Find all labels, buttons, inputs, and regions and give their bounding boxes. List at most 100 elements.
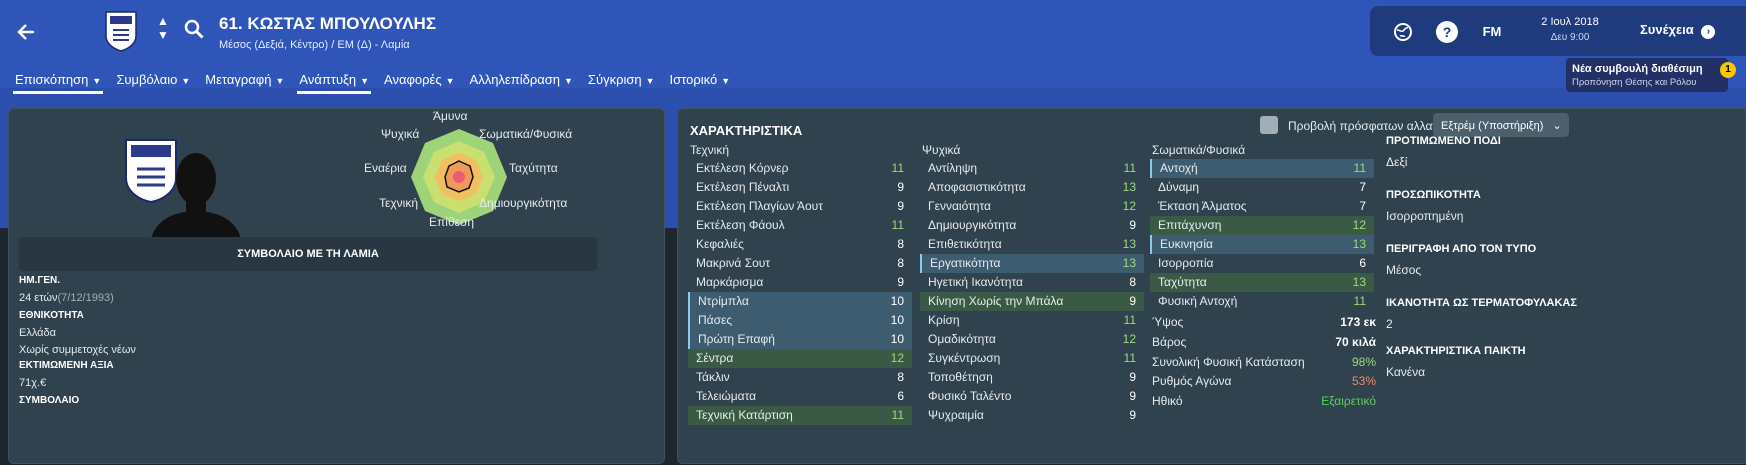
attribute-name: Ηγετική Ικανότητα xyxy=(928,275,1023,289)
extra-value: 53% xyxy=(1351,374,1376,388)
attribute-row[interactable]: Γενναιότητα 12 xyxy=(920,197,1144,216)
search-icon[interactable] xyxy=(183,18,205,40)
attribute-row[interactable]: Εργατικότητα 13 xyxy=(920,254,1144,273)
attribute-value: 12 xyxy=(1122,332,1136,346)
attribute-row[interactable]: Ντρίμπλα 10 xyxy=(688,292,912,311)
tab-development[interactable]: Ανάπτυξη ▼ xyxy=(297,60,371,94)
role-dropdown[interactable]: Εξτρέμ (Υποστήριξη) ⌄ xyxy=(1433,113,1569,137)
attribute-row[interactable]: Φυσικό Ταλέντο 9 xyxy=(920,387,1144,406)
dob-label: ΗΜ.ΓΕΝ. xyxy=(19,275,61,286)
attribute-row[interactable]: Εκτέλεση Πέναλτι 9 xyxy=(688,178,912,197)
attribute-row[interactable]: Κρίση 11 xyxy=(920,311,1144,330)
radar-label-creativity: Δημιουργικότητα xyxy=(479,196,568,210)
attribute-row[interactable]: Ευκινησία 13 xyxy=(1150,235,1374,254)
player-switch-arrows-icon[interactable]: ▲ ▼ xyxy=(156,14,170,46)
attribute-name: Δημιουργικότητα xyxy=(928,218,1017,232)
chevron-down-icon: ▼ xyxy=(92,76,102,86)
attribute-value: 9 xyxy=(1129,389,1136,403)
attribute-value: 8 xyxy=(897,256,904,270)
tab-history[interactable]: Ιστορικό ▼ xyxy=(670,60,731,94)
attribute-row[interactable]: Ομαδικότητα 12 xyxy=(920,330,1144,349)
attributes-title: ΧΑΡΑΚΤΗΡΙΣΤΙΚΑ xyxy=(690,123,803,138)
extra-label: Συνολική Φυσική Κατάσταση xyxy=(1152,355,1305,369)
attribute-row[interactable]: Τάκλιν 8 xyxy=(688,368,912,387)
attribute-row[interactable]: Αποφασιστικότητα 13 xyxy=(920,178,1144,197)
extra-value: Εξαιρετικό xyxy=(1321,394,1376,408)
attribute-value: 11 xyxy=(1353,161,1366,175)
value-label: ΕΚΤΙΜΩΜΕΝΗ ΑΞΙΑ xyxy=(19,360,114,371)
tab-overview[interactable]: Επισκόπηση ▼ xyxy=(12,60,104,94)
attribute-value: 10 xyxy=(890,294,904,308)
attribute-row[interactable]: Μαρκάρισμα 9 xyxy=(688,273,912,292)
attribute-row[interactable]: Έκταση Άλματος 7 xyxy=(1150,197,1374,216)
attribute-row[interactable]: Ηγετική Ικανότητα 8 xyxy=(920,273,1144,292)
attribute-row[interactable]: Ταχύτητα 13 xyxy=(1150,273,1374,292)
attribute-row[interactable]: Πρώτη Επαφή 10 xyxy=(688,330,912,349)
attribute-value: 13 xyxy=(1122,180,1136,194)
tab-contract[interactable]: Συμβόλαιο ▼ xyxy=(116,60,190,94)
attribute-row[interactable]: Σέντρα 12 xyxy=(688,349,912,368)
attribute-name: Εργατικότητα xyxy=(930,256,1001,270)
attribute-name: Ευκινησία xyxy=(1160,237,1213,251)
attribute-value: 12 xyxy=(890,351,904,365)
news-notification[interactable]: Νέα συμβουλή διαθέσιμη Προπόνηση Θέσης κ… xyxy=(1566,58,1728,92)
attribute-row[interactable]: Δημιουργικότητα 9 xyxy=(920,216,1144,235)
radar-label-physical: Σωματικά/Φυσικά xyxy=(479,127,573,141)
attribute-name: Τεχνική Κατάρτιση xyxy=(696,408,793,422)
attribute-row[interactable]: Τεχνική Κατάρτιση 11 xyxy=(688,406,912,425)
nationality-value[interactable]: Ελλάδα xyxy=(19,327,56,339)
help-icon[interactable]: ? xyxy=(1436,21,1458,43)
attribute-row[interactable]: Ισορροπία 6 xyxy=(1150,254,1374,273)
attribute-value: 7 xyxy=(1359,199,1366,213)
attribute-value: 13 xyxy=(1352,275,1366,289)
continue-button[interactable]: Συνέχεια › xyxy=(1640,22,1716,39)
tab-interaction[interactable]: Αλληλεπίδραση ▼ xyxy=(470,60,573,94)
attribute-row[interactable]: Μακρινά Σουτ 8 xyxy=(688,254,912,273)
recent-changes-checkbox[interactable] xyxy=(1260,116,1278,134)
club-crest-icon xyxy=(104,10,138,52)
attribute-value: 13 xyxy=(1122,256,1136,270)
page-title: 61. ΚΩΣΤΑΣ ΜΠΟΥΛΟΥΛΗΣ xyxy=(219,14,437,33)
extra-row: Συνολική Φυσική Κατάσταση 98% xyxy=(1152,355,1376,369)
nav-tabs: Επισκόπηση ▼ Συμβόλαιο ▼ Μεταγραφή ▼ Ανάπτυ… xyxy=(0,60,730,94)
attribute-row[interactable]: Φυσική Αντοχή 11 xyxy=(1150,292,1374,311)
tab-comparison[interactable]: Σύγκριση ▼ xyxy=(588,60,655,94)
attribute-value: 11 xyxy=(1353,294,1366,308)
attribute-row[interactable]: Κεφαλιές 8 xyxy=(688,235,912,254)
world-icon[interactable] xyxy=(1392,21,1414,43)
attribute-row[interactable]: Εκτέλεση Κόρνερ 11 xyxy=(688,159,912,178)
fm-menu-button[interactable]: FM xyxy=(1478,21,1506,43)
attribute-row[interactable]: Εκτέλεση Φάουλ 11 xyxy=(688,216,912,235)
attribute-name: Έκταση Άλματος xyxy=(1158,199,1247,213)
extra-row: Βάρος 70 κιλά xyxy=(1152,335,1376,349)
back-arrow-icon[interactable] xyxy=(12,16,44,48)
tab-reports[interactable]: Αναφορές ▼ xyxy=(384,60,455,94)
attribute-row[interactable]: Πάσες 10 xyxy=(688,311,912,330)
attribute-row[interactable]: Τελειώματα 6 xyxy=(688,387,912,406)
chevron-down-icon: ▼ xyxy=(564,76,573,86)
attribute-name: Επιθετικότητα xyxy=(928,237,1002,251)
attribute-name: Κεφαλιές xyxy=(696,237,744,251)
attribute-name: Φυσικό Ταλέντο xyxy=(928,389,1012,403)
tab-transfer[interactable]: Μεταγραφή ▼ xyxy=(205,60,284,94)
attribute-row[interactable]: Ψυχραιμία 9 xyxy=(920,406,1144,425)
attribute-value: 10 xyxy=(890,313,904,327)
attribute-row[interactable]: Αντίληψη 11 xyxy=(920,159,1144,178)
notification-badge: 1 xyxy=(1720,62,1736,78)
attribute-row[interactable]: Αντοχή 11 xyxy=(1150,159,1374,178)
attribute-row[interactable]: Εκτέλεση Πλαγίων Άουτ 9 xyxy=(688,197,912,216)
attribute-row[interactable]: Συγκέντρωση 11 xyxy=(920,349,1144,368)
attribute-name: Συγκέντρωση xyxy=(928,351,1001,365)
attribute-value: 9 xyxy=(1129,408,1136,422)
attribute-row[interactable]: Επιτάχυνση 12 xyxy=(1150,216,1374,235)
arrow-right-circle-icon: › xyxy=(1701,25,1716,39)
attribute-row[interactable]: Επιθετικότητα 13 xyxy=(920,235,1144,254)
attribute-row[interactable]: Δύναμη 7 xyxy=(1150,178,1374,197)
attribute-name: Εκτέλεση Πέναλτι xyxy=(696,180,790,194)
attribute-value: 12 xyxy=(1122,199,1136,213)
physical-header: Σωματικά/Φυσικά xyxy=(1152,143,1246,157)
attribute-value: 6 xyxy=(897,389,904,403)
attribute-row[interactable]: Τοποθέτηση 9 xyxy=(920,368,1144,387)
attribute-row[interactable]: Κίνηση Χωρίς την Μπάλα 9 xyxy=(920,292,1144,311)
attribute-name: Αντίληψη xyxy=(928,161,978,175)
